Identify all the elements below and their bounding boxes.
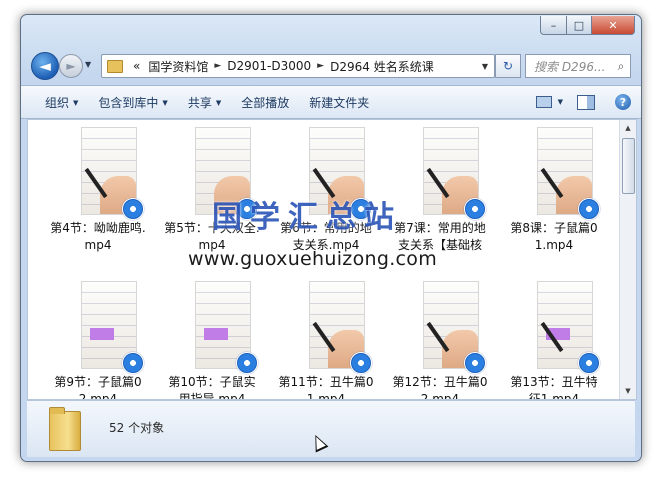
- chevron-down-icon: ▼: [73, 99, 79, 107]
- organize-button[interactable]: 组织 ▼: [35, 94, 88, 111]
- breadcrumb-segment[interactable]: D2964 姓名系统课: [326, 58, 438, 75]
- video-file-icon: [578, 352, 600, 374]
- view-icon: [535, 96, 552, 108]
- breadcrumb-chevron-icon[interactable]: ►: [212, 61, 223, 71]
- command-bar: 组织 ▼ 包含到库中 ▼ 共享 ▼ 全部播放 新建文件夹 ▼ ?: [21, 85, 641, 119]
- video-file-icon: [236, 352, 258, 374]
- file-item[interactable]: 第7课：常用的地支关系【基础核心】.mp4: [390, 128, 490, 254]
- recent-pages-dropdown[interactable]: ▼: [85, 60, 91, 69]
- file-item[interactable]: 第12节：丑牛篇02.mp4: [390, 282, 490, 400]
- help-icon[interactable]: ?: [615, 94, 631, 110]
- folder-icon: [49, 407, 81, 451]
- close-button[interactable]: ✕: [592, 16, 635, 35]
- breadcrumb-segment[interactable]: 国学资料馆: [144, 58, 212, 75]
- file-item[interactable]: 第9节：子鼠篇02.mp4: [48, 282, 148, 400]
- chevron-down-icon: ▼: [162, 99, 168, 107]
- organize-label: 组织: [45, 95, 70, 110]
- video-file-icon: [350, 352, 372, 374]
- file-item[interactable]: 第4节：呦呦鹿鸣.mp4: [48, 128, 148, 254]
- scrollbar-thumb[interactable]: [622, 138, 635, 194]
- search-input[interactable]: 搜索 D296...: [526, 58, 612, 75]
- address-dropdown-icon[interactable]: ▼: [476, 62, 494, 71]
- toolbar-right: ▼ ?: [535, 94, 641, 110]
- breadcrumb-segment[interactable]: D2901-D3000: [223, 59, 315, 73]
- chevron-down-icon: ▼: [557, 98, 563, 106]
- video-thumbnail: [538, 128, 600, 220]
- file-name: 第8课：子鼠篇01.mp4: [510, 221, 598, 252]
- caption-buttons: – □ ✕: [540, 16, 635, 35]
- include-in-library-button[interactable]: 包含到库中 ▼: [88, 94, 177, 111]
- video-file-icon: [464, 352, 486, 374]
- folder-icon: [107, 59, 123, 73]
- include-in-library-label: 包含到库中: [98, 95, 159, 110]
- file-name: 第13节：丑牛特征1.mp4: [510, 375, 598, 400]
- watermark-chinese: 国学汇总站: [212, 200, 402, 235]
- file-name: 第9节：子鼠篇02.mp4: [54, 375, 142, 400]
- scroll-down-icon[interactable]: ▼: [620, 383, 636, 399]
- file-item[interactable]: 第8课：子鼠篇01.mp4: [504, 128, 604, 254]
- watermark-url: www.guoxuehuizong.com: [188, 248, 438, 270]
- video-file-icon: [578, 198, 600, 220]
- details-pane: 52 个对象: [27, 400, 635, 457]
- file-item[interactable]: 第10节：子鼠实用指导.mp4: [162, 282, 262, 400]
- file-name: 第10节：子鼠实用指导.mp4: [168, 375, 256, 400]
- scroll-up-icon[interactable]: ▲: [620, 120, 636, 136]
- navigation-bar: ◄ ► ▼ « 国学资料馆 ► D2901-D3000 ► D2964 姓名系统…: [21, 51, 641, 81]
- maximize-button[interactable]: □: [567, 16, 592, 35]
- explorer-window: – □ ✕ ◄ ► ▼ « 国学资料馆 ► D2901-D3000 ► D296…: [20, 14, 642, 462]
- address-overflow[interactable]: «: [129, 59, 144, 73]
- forward-button[interactable]: ►: [59, 54, 83, 78]
- breadcrumb-chevron-icon[interactable]: ►: [315, 61, 326, 71]
- share-button[interactable]: 共享 ▼: [178, 94, 231, 111]
- video-file-icon: [464, 198, 486, 220]
- file-name: 第11节：丑牛篇01.mp4: [278, 375, 374, 400]
- file-name: 第4节：呦呦鹿鸣.mp4: [50, 221, 146, 252]
- change-view-button[interactable]: ▼: [535, 96, 563, 108]
- minimize-button[interactable]: –: [540, 16, 567, 35]
- vertical-scrollbar[interactable]: ▲ ▼: [619, 120, 636, 399]
- video-thumbnail: [82, 282, 144, 374]
- video-thumbnail: [196, 282, 258, 374]
- chevron-down-icon: ▼: [215, 99, 222, 107]
- item-count: 52 个对象: [109, 421, 165, 435]
- video-file-icon: [122, 352, 144, 374]
- address-bar[interactable]: « 国学资料馆 ► D2901-D3000 ► D2964 姓名系统课 ▼: [101, 54, 495, 78]
- video-thumbnail: [310, 282, 372, 374]
- new-folder-button[interactable]: 新建文件夹: [299, 94, 379, 111]
- video-thumbnail: [424, 128, 486, 220]
- play-all-button[interactable]: 全部播放: [231, 94, 299, 111]
- back-button[interactable]: ◄: [31, 52, 59, 80]
- refresh-button[interactable]: ↻: [495, 54, 521, 78]
- video-thumbnail: [82, 128, 144, 220]
- file-name: 第12节：丑牛篇02.mp4: [392, 375, 488, 400]
- preview-pane-icon[interactable]: [577, 94, 595, 110]
- video-thumbnail: [538, 282, 600, 374]
- file-item[interactable]: 第13节：丑牛特征1.mp4: [504, 282, 604, 400]
- video-thumbnail: [424, 282, 486, 374]
- search-icon[interactable]: ⌕: [612, 59, 630, 74]
- video-file-icon: [122, 198, 144, 220]
- share-label: 共享: [187, 95, 212, 110]
- search-box[interactable]: 搜索 D296... ⌕: [525, 54, 631, 78]
- file-item[interactable]: 第11节：丑牛篇01.mp4: [276, 282, 376, 400]
